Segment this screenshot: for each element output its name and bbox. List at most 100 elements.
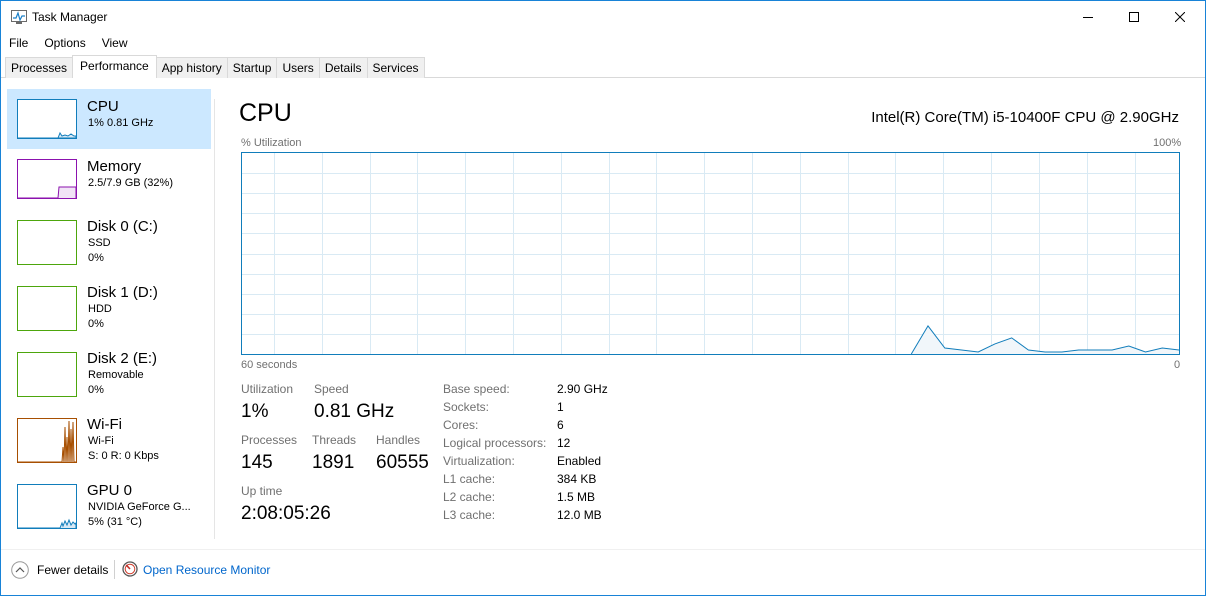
tab-users[interactable]: Users — [276, 57, 320, 78]
cpu-utilization-graph — [241, 152, 1180, 355]
spec-value: 384 KB — [557, 472, 597, 486]
sidebar-item-label: Disk 1 (D:) — [87, 284, 158, 301]
tab-services[interactable]: Services — [366, 57, 425, 78]
footer-separator — [114, 560, 115, 579]
tab-details[interactable]: Details — [318, 57, 368, 78]
spec-label: Logical processors: — [443, 436, 547, 450]
spec-label: Sockets: — [443, 400, 490, 414]
sidebar-item-label: Wi-Fi — [87, 416, 122, 433]
disk-1-thumbnail-graph — [17, 286, 77, 331]
minimize-icon — [1083, 17, 1093, 18]
tab-performance[interactable]: Performance — [72, 55, 157, 78]
minimize-button[interactable] — [1065, 1, 1111, 33]
handles-label: Handles — [376, 433, 421, 447]
footer-divider — [1, 549, 1205, 550]
resource-sidebar: CPU 1% 0.81 GHz Memory 2.5/7.9 GB (32%) … — [7, 89, 211, 539]
close-button[interactable] — [1157, 1, 1203, 33]
graph-x-min-label: 0 — [1174, 359, 1181, 371]
sidebar-item-detail: Removable — [88, 369, 144, 381]
resource-monitor-icon — [122, 561, 138, 577]
fewer-details-label[interactable]: Fewer details — [37, 563, 108, 577]
graph-y-label: % Utilization — [241, 137, 302, 149]
threads-label: Threads — [312, 433, 357, 447]
processes-label: Processes — [241, 433, 298, 447]
title-bar[interactable]: Task Manager — [1, 1, 1205, 33]
spec-label: Base speed: — [443, 382, 510, 396]
spec-label: L1 cache: — [443, 472, 496, 486]
sidebar-item-detail: HDD — [88, 303, 112, 315]
cpu-thumbnail-graph — [17, 99, 77, 139]
handles-value: 60555 — [376, 452, 429, 473]
tab-processes[interactable]: Processes — [5, 57, 74, 78]
sidebar-item-gpu-0[interactable]: GPU 0 NVIDIA GeForce G... 5% (31 °C) — [7, 477, 211, 537]
sidebar-item-detail: 1% 0.81 GHz — [88, 117, 154, 129]
spec-value: 2.90 GHz — [557, 382, 608, 396]
spec-value: Enabled — [557, 454, 602, 468]
sidebar-item-disk-0[interactable]: Disk 0 (C:) SSD 0% — [7, 213, 211, 273]
sidebar-item-value: 0% — [88, 384, 104, 396]
spec-value: 12 — [557, 436, 571, 450]
chevron-up-circle-icon — [11, 561, 29, 579]
uptime-label: Up time — [241, 484, 283, 498]
threads-value: 1891 — [312, 452, 355, 473]
cpu-thumbnail-line — [18, 131, 76, 138]
sidebar-item-detail: Wi-Fi — [88, 435, 114, 447]
spec-value: 1 — [557, 400, 564, 414]
sidebar-item-value: 0% — [88, 252, 104, 264]
tab-startup[interactable]: Startup — [226, 57, 278, 78]
sidebar-item-detail: 2.5/7.9 GB (32%) — [88, 177, 173, 189]
sidebar-item-disk-2[interactable]: Disk 2 (E:) Removable 0% — [7, 345, 211, 405]
utilization-value: 1% — [241, 401, 269, 422]
cpu-model-name: Intel(R) Core(TM) i5-10400F CPU @ 2.90GH… — [871, 109, 1179, 126]
spec-value: 1.5 MB — [557, 490, 596, 504]
sidebar-item-label: GPU 0 — [87, 482, 133, 499]
sidebar-item-memory[interactable]: Memory 2.5/7.9 GB (32%) — [7, 150, 211, 210]
sidebar-divider — [214, 99, 215, 539]
maximize-button[interactable] — [1111, 1, 1157, 33]
spec-label: L3 cache: — [443, 508, 496, 522]
wifi-thumbnail-graph — [17, 418, 77, 463]
uptime-value: 2:08:05:26 — [241, 503, 331, 524]
processes-value: 145 — [241, 452, 273, 473]
sidebar-item-label: Disk 2 (E:) — [87, 350, 158, 367]
sidebar-item-cpu[interactable]: CPU 1% 0.81 GHz — [7, 89, 211, 149]
sidebar-item-label: Memory — [87, 158, 142, 175]
sidebar-item-value: 0% — [88, 318, 104, 330]
menu-view[interactable]: View — [94, 34, 136, 53]
sidebar-item-detail: NVIDIA GeForce G... — [88, 501, 191, 513]
menu-bar: File Options View — [1, 34, 136, 54]
memory-thumbnail-graph — [17, 159, 77, 199]
spec-value: 12.0 MB — [557, 508, 602, 522]
sidebar-item-detail: SSD — [88, 237, 111, 249]
spec-label: Virtualization: — [443, 454, 515, 468]
memory-thumbnail-line — [18, 186, 76, 198]
spec-label: L2 cache: — [443, 490, 496, 504]
tab-app-history[interactable]: App history — [155, 57, 228, 78]
sidebar-item-value: 5% (31 °C) — [88, 516, 142, 528]
spec-value: 6 — [557, 418, 564, 432]
task-manager-window: Task Manager File Options View Processes… — [0, 0, 1206, 596]
sidebar-item-wifi[interactable]: Wi-Fi Wi-Fi S: 0 R: 0 Kbps — [7, 411, 211, 471]
window-title: Task Manager — [32, 10, 108, 24]
sidebar-item-label: CPU — [87, 98, 119, 115]
menu-options[interactable]: Options — [36, 34, 93, 53]
task-manager-icon — [11, 10, 27, 24]
open-resource-monitor-link[interactable]: Open Resource Monitor — [143, 563, 270, 577]
cpu-utilization-chart — [242, 153, 1179, 354]
fewer-details-button[interactable] — [11, 561, 29, 579]
disk-0-thumbnail-graph — [17, 220, 77, 265]
wifi-thumbnail-line — [18, 420, 76, 462]
tab-bar: Processes Performance App history Startu… — [5, 55, 425, 78]
graph-x-label: 60 seconds — [241, 359, 298, 371]
sidebar-item-value: S: 0 R: 0 Kbps — [88, 450, 159, 462]
gpu-thumbnail-graph — [17, 484, 77, 529]
sidebar-item-label: Disk 0 (C:) — [87, 218, 158, 235]
menu-file[interactable]: File — [1, 34, 36, 53]
speed-label: Speed — [314, 382, 349, 396]
disk-2-thumbnail-graph — [17, 352, 77, 397]
page-title: CPU — [239, 99, 292, 127]
gpu-thumbnail-line — [18, 518, 76, 528]
sidebar-item-disk-1[interactable]: Disk 1 (D:) HDD 0% — [7, 279, 211, 339]
close-icon — [1175, 12, 1185, 22]
graph-y-max-label: 100% — [1153, 137, 1182, 149]
